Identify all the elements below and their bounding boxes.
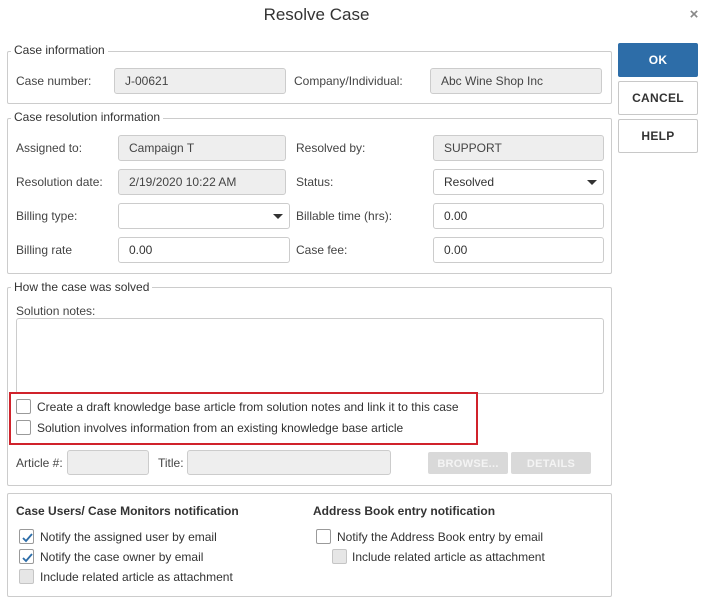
browse-button[interactable]: BROWSE... xyxy=(428,452,508,474)
include-related-ab-checkbox[interactable] xyxy=(332,549,347,564)
notify-owner-checkbox[interactable] xyxy=(19,549,34,564)
title-field xyxy=(187,450,391,475)
resolution-date-label: Resolution date: xyxy=(16,175,103,189)
chevron-down-icon xyxy=(273,214,283,219)
status-label: Status: xyxy=(296,175,334,189)
article-number-label: Article #: xyxy=(16,456,63,470)
notify-assigned-checkbox[interactable] xyxy=(19,529,34,544)
billing-rate-input[interactable]: 0.00 xyxy=(118,237,290,263)
resolution-date-field: 2/19/2020 10:22 AM xyxy=(118,169,286,195)
ok-button[interactable]: OK xyxy=(618,43,698,77)
assigned-to-field: Campaign T xyxy=(118,135,286,161)
check-icon xyxy=(22,533,33,543)
existing-article-label: Solution involves information from an ex… xyxy=(37,421,404,435)
notify-address-book-checkbox[interactable] xyxy=(316,529,331,544)
billable-time-input[interactable]: 0.00 xyxy=(433,203,604,229)
case-number-label: Case number: xyxy=(16,74,92,88)
case-resolution-legend: Case resolution information xyxy=(11,110,164,124)
company-individual-field: Abc Wine Shop Inc xyxy=(430,68,602,94)
title-label: Title: xyxy=(158,456,184,470)
include-related-ab-label: Include related article as attachment xyxy=(352,550,545,564)
chevron-down-icon xyxy=(587,180,597,185)
status-select[interactable]: Resolved xyxy=(433,169,604,195)
details-button[interactable]: DETAILS xyxy=(511,452,591,474)
address-book-notification-heading: Address Book entry notification xyxy=(313,504,496,518)
assigned-to-label: Assigned to: xyxy=(16,141,83,155)
include-related-checkbox[interactable] xyxy=(19,569,34,584)
status-select-value: Resolved xyxy=(444,175,495,189)
resolved-by-label: Resolved by: xyxy=(296,141,366,155)
how-case-solved-legend: How the case was solved xyxy=(11,280,153,294)
billable-time-label: Billable time (hrs): xyxy=(296,209,393,223)
case-information-legend: Case information xyxy=(11,43,108,57)
case-users-notification-heading: Case Users/ Case Monitors notification xyxy=(16,504,239,518)
notify-address-book-label: Notify the Address Book entry by email xyxy=(337,530,544,544)
create-draft-label: Create a draft knowledge base article fr… xyxy=(37,400,459,414)
case-number-field: J-00621 xyxy=(114,68,286,94)
billing-rate-label: Billing rate xyxy=(16,243,73,257)
cancel-button[interactable]: CANCEL xyxy=(618,81,698,115)
case-fee-input[interactable]: 0.00 xyxy=(433,237,604,263)
case-fee-label: Case fee: xyxy=(296,243,348,257)
solution-notes-textarea[interactable] xyxy=(16,318,604,394)
existing-article-checkbox[interactable] xyxy=(16,420,31,435)
close-icon[interactable]: × xyxy=(686,7,702,23)
article-number-field xyxy=(67,450,149,475)
notify-owner-label: Notify the case owner by email xyxy=(40,550,204,564)
include-related-label: Include related article as attachment xyxy=(40,570,233,584)
billing-type-select[interactable] xyxy=(118,203,290,229)
check-icon xyxy=(22,553,33,563)
solution-notes-label: Solution notes: xyxy=(16,304,96,318)
create-draft-checkbox[interactable] xyxy=(16,399,31,414)
notify-assigned-label: Notify the assigned user by email xyxy=(40,530,217,544)
company-individual-label: Company/Individual: xyxy=(294,74,403,88)
help-button[interactable]: HELP xyxy=(618,119,698,153)
billing-type-label: Billing type: xyxy=(16,209,78,223)
resolved-by-field: SUPPORT xyxy=(433,135,604,161)
dialog-titlebar: Resolve Case × xyxy=(0,0,707,30)
dialog-title: Resolve Case xyxy=(263,5,370,24)
